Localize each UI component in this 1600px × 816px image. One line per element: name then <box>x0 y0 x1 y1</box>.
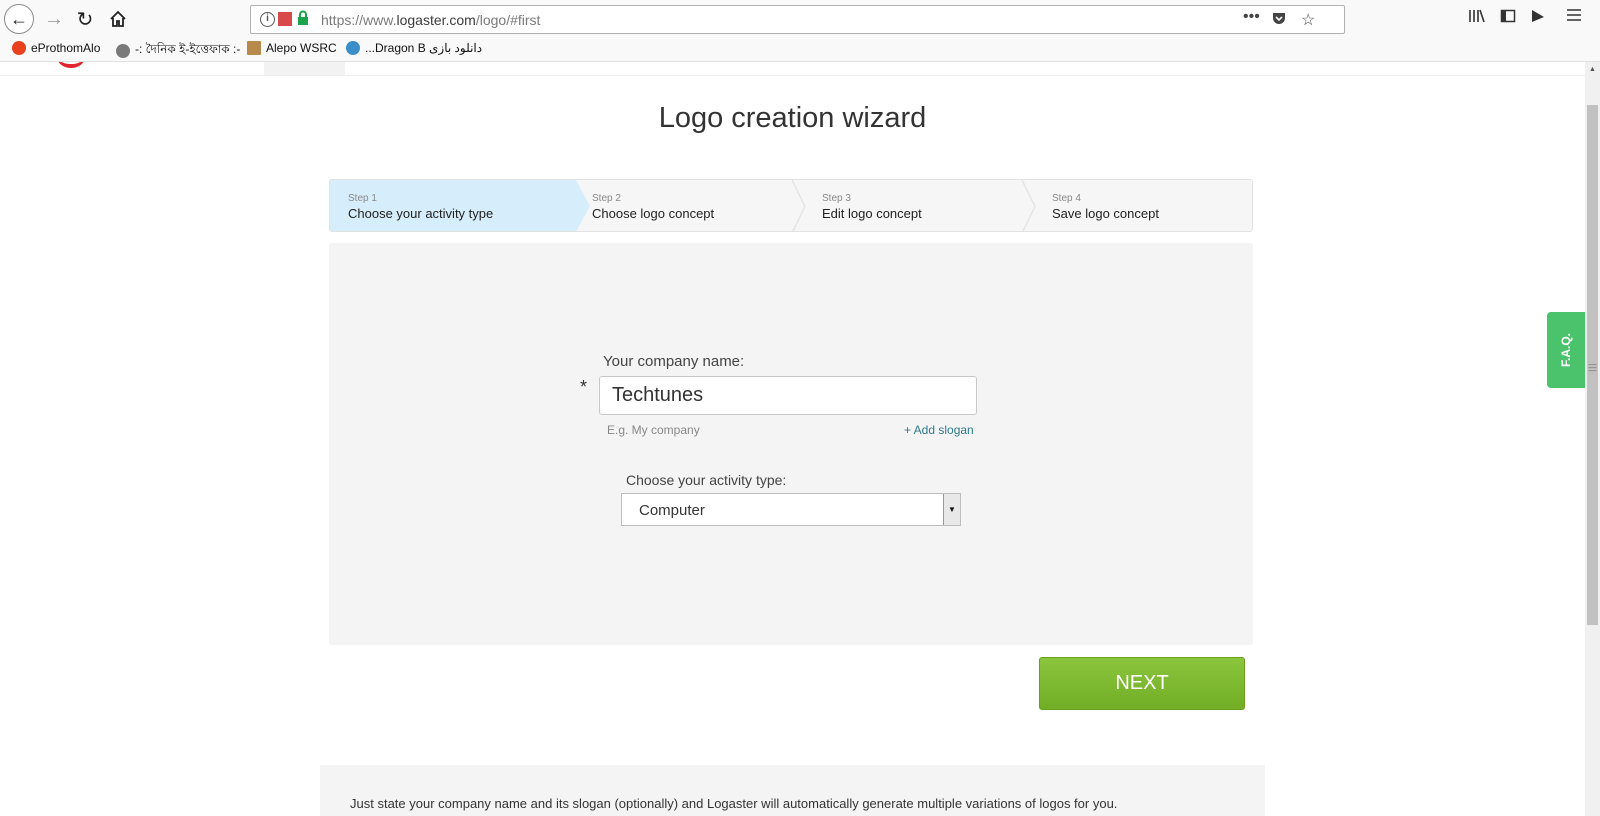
step-separator <box>792 180 806 231</box>
site-info-icon[interactable]: i <box>260 12 275 27</box>
grip-icon: — — — <box>1588 360 1597 375</box>
forward-button[interactable]: → <box>42 4 66 34</box>
lock-icon[interactable] <box>297 10 309 29</box>
scroll-thumb[interactable]: — — — <box>1587 105 1598 625</box>
wizard-steps: Step 1 Choose your activity type Step 2 … <box>329 179 1253 232</box>
reload-icon: ↻ <box>76 8 94 31</box>
next-button[interactable]: NEXT <box>1039 657 1245 710</box>
activity-type-value: Computer <box>639 502 705 519</box>
bookmark-item[interactable]: Alepo WSRC <box>247 41 337 55</box>
chevron-down-icon[interactable]: ▼ <box>943 494 960 525</box>
company-name-input[interactable] <box>599 376 977 415</box>
library-icon[interactable] <box>1468 8 1486 29</box>
arrow-left-icon: ← <box>10 8 28 29</box>
step-separator <box>1022 180 1036 231</box>
globe-icon <box>116 44 130 58</box>
game-favicon-icon <box>346 41 360 55</box>
header-nav-tab[interactable] <box>264 62 345 75</box>
activity-type-label: Choose your activity type: <box>626 472 787 488</box>
sidebar-icon[interactable] <box>1500 8 1516 29</box>
url-text[interactable]: https://www.logaster.com/logo/#first <box>321 12 540 28</box>
bookmarks-bar: eProthomAlo -: দৈনিক ই-ইত্তেফাক :- Alepo… <box>0 38 1600 62</box>
home-button[interactable] <box>106 4 130 34</box>
page-actions-icon[interactable]: ••• <box>1243 8 1260 26</box>
step-3: Step 3 Edit logo concept <box>822 193 922 221</box>
pocket-icon[interactable] <box>1271 10 1287 31</box>
header-divider <box>0 75 1585 76</box>
faq-label: F.A.Q. <box>1558 332 1573 368</box>
info-text: Just state your company name and its slo… <box>350 796 1118 811</box>
bookmark-item[interactable]: -: দৈনিক ই-ইত্তেফাক :- <box>116 41 240 61</box>
page-content: Logo creation wizard Step 1 Choose your … <box>0 62 1585 816</box>
activity-type-select[interactable]: Computer ▼ <box>621 493 961 526</box>
address-bar[interactable]: i https://www.logaster.com/logo/#first •… <box>250 5 1345 34</box>
browser-toolbar: ← → ↻ i https://www.logaster.com/logo/#f… <box>0 0 1600 38</box>
scroll-up-icon[interactable]: ▲ <box>1585 62 1600 77</box>
step-4: Step 4 Save logo concept <box>1052 193 1159 221</box>
page-title: Logo creation wizard <box>658 102 927 134</box>
required-marker: * <box>580 377 588 397</box>
bookmark-item[interactable]: ...Dragon B دانلود بازی <box>346 41 482 55</box>
back-button[interactable]: ← <box>4 4 34 34</box>
step-1-active: Step 1 Choose your activity type <box>330 180 590 231</box>
reload-button[interactable]: ↻ <box>73 4 97 34</box>
site-logo[interactable] <box>56 62 86 68</box>
faq-tab[interactable]: F.A.Q. <box>1547 312 1585 388</box>
wizard-form-panel: Your company name: * E.g. My company + A… <box>329 243 1253 645</box>
bookmark-star-icon[interactable]: ☆ <box>1301 10 1315 30</box>
site-favicon-icon <box>247 41 261 55</box>
page-scrollbar[interactable]: ▲ — — — <box>1585 62 1600 816</box>
info-box: Just state your company name and its slo… <box>320 765 1265 816</box>
company-name-hint: E.g. My company <box>607 423 700 437</box>
screenshot-icon[interactable] <box>1530 8 1546 29</box>
blocked-content-icon[interactable] <box>278 12 292 26</box>
menu-icon[interactable] <box>1566 8 1582 27</box>
arrow-right-icon: → <box>44 7 64 30</box>
add-slogan-link[interactable]: + Add slogan <box>904 423 974 437</box>
home-icon <box>110 10 126 27</box>
bookmark-item[interactable]: eProthomAlo <box>12 41 100 55</box>
company-name-label: Your company name: <box>603 353 745 370</box>
sun-icon <box>12 41 26 55</box>
step-2: Step 2 Choose logo concept <box>592 193 715 221</box>
